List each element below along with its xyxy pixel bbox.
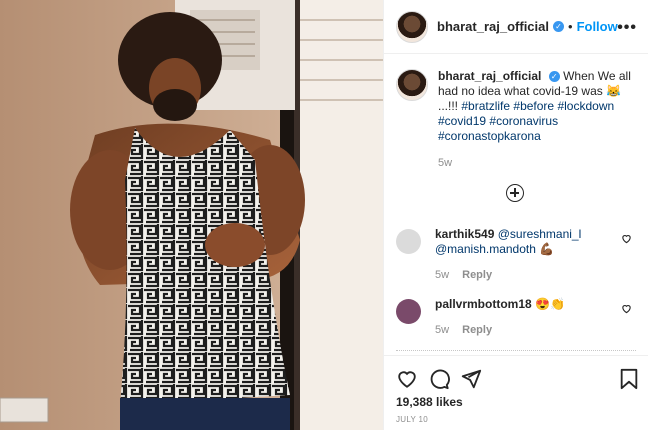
post-caption: bharat_raj_official ✓ When We all had no… (396, 69, 636, 171)
reply-button[interactable]: Reply (462, 324, 492, 336)
post-header: bharat_raj_official ✓ • Follow ••• (384, 0, 648, 54)
action-bar: 19,388 likes JULY 10 (384, 355, 648, 430)
hashtag-link[interactable]: #coronastopkarona (438, 129, 541, 143)
comment-emoji: 💪🏾 (539, 242, 555, 256)
hashtag-link[interactable]: #lockdown (557, 99, 614, 113)
caption-username[interactable]: bharat_raj_official (438, 69, 541, 83)
comment-body: pallvrmbottom18 😍👏 5w Reply (435, 297, 605, 338)
comment-icon[interactable] (428, 368, 450, 390)
comment-body: karthik549 @sureshmani_l @manish.mandoth… (435, 227, 605, 283)
mention-link[interactable]: @manish.mandoth (435, 242, 536, 256)
post-date[interactable]: JULY 10 (396, 415, 428, 424)
caption-avatar[interactable] (396, 69, 428, 101)
commenter-avatar[interactable] (396, 229, 421, 254)
comments-section[interactable]: bharat_raj_official ✓ When We all had no… (384, 55, 648, 355)
commenter-avatar[interactable] (396, 299, 421, 324)
comment-emoji: 😍👏 (535, 297, 565, 311)
post-photo[interactable] (0, 0, 383, 430)
commenter-username[interactable]: pallvrmbottom18 (435, 297, 532, 311)
verified-badge-icon: ✓ (548, 71, 560, 83)
heart-icon[interactable] (396, 368, 418, 390)
post-side-panel: bharat_raj_official ✓ • Follow ••• bhara… (383, 0, 648, 430)
comment-meta: 5w Reply (435, 323, 605, 338)
hashtag-link[interactable]: #before (513, 99, 554, 113)
hashtag-link[interactable]: #covid19 (438, 114, 486, 128)
caption-emoji: 😹 (606, 84, 622, 98)
author-username[interactable]: bharat_raj_official (437, 19, 549, 34)
commenter-username[interactable]: karthik549 (435, 227, 494, 241)
hashtag-link[interactable]: #coronavirus (489, 114, 558, 128)
reply-button[interactable]: Reply (462, 269, 492, 281)
comment-item: pallvrmbottom18 😍👏 5w Reply (396, 297, 638, 338)
mention-link[interactable]: @sureshmani_l (498, 227, 582, 241)
author-avatar[interactable] (396, 10, 428, 43)
comment-item: karthik549 @sureshmani_l @manish.mandoth… (396, 227, 638, 283)
comment-timestamp[interactable]: 5w (435, 269, 449, 281)
hashtag-link[interactable]: #bratzlife (461, 99, 510, 113)
heart-icon[interactable] (621, 233, 632, 244)
more-options-icon[interactable]: ••• (617, 19, 637, 37)
heart-icon[interactable] (621, 303, 632, 314)
follow-button[interactable]: Follow (577, 19, 618, 34)
comment-timestamp[interactable]: 5w (435, 324, 449, 336)
caption-body: bharat_raj_official ✓ When We all had no… (438, 69, 634, 171)
separator-dot: • (568, 19, 573, 34)
verified-badge-icon: ✓ (553, 21, 564, 32)
plus-circle-icon[interactable] (506, 184, 524, 202)
comment-meta: 5w Reply (435, 268, 605, 283)
bookmark-icon[interactable] (619, 368, 639, 390)
caption-timestamp[interactable]: 5w (438, 156, 634, 171)
post-image (0, 0, 383, 430)
like-count[interactable]: 19,388 likes (396, 395, 463, 409)
share-icon[interactable] (460, 368, 482, 390)
caption-exclaim: ...!!! (438, 99, 459, 113)
